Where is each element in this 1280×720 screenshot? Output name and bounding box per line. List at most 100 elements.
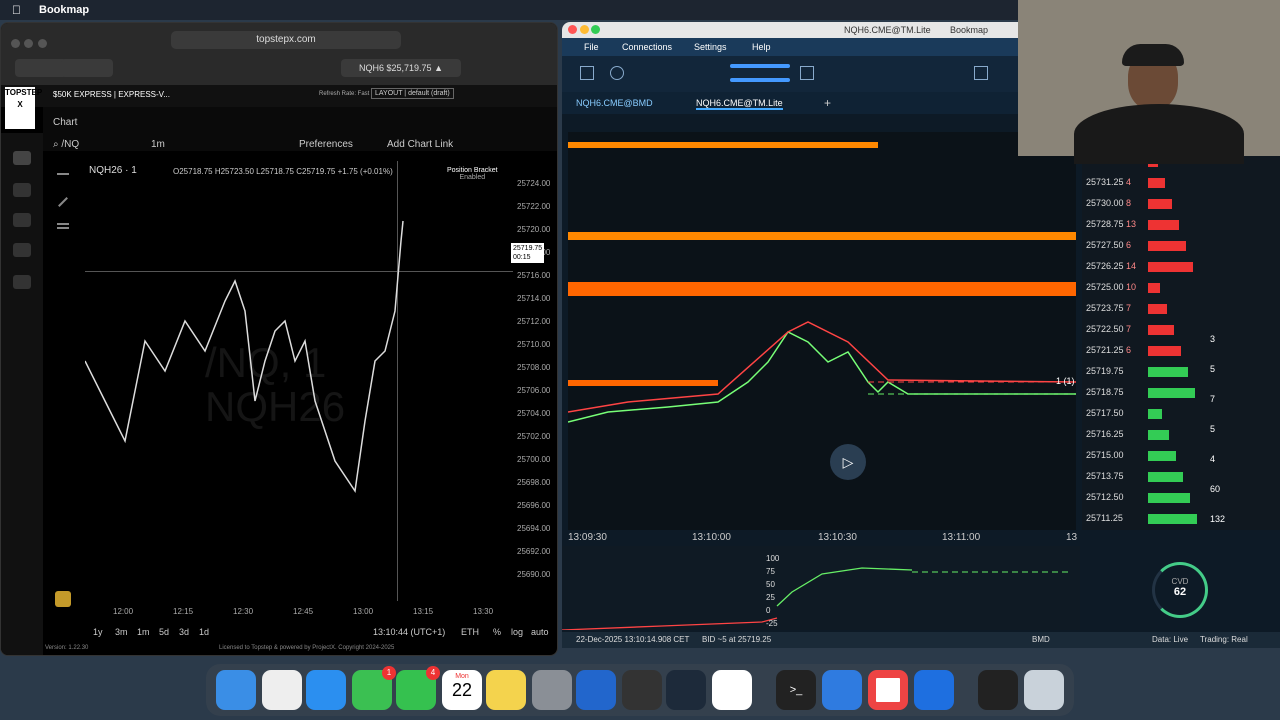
level-volume-bar (1148, 451, 1176, 461)
ladder-level[interactable]: 25723.75 7 (1086, 303, 1167, 314)
ladder-level[interactable]: 25726.25 14 (1086, 261, 1193, 272)
tab-1[interactable] (15, 59, 67, 77)
ladder-level[interactable]: 25721.25 6 (1086, 345, 1181, 356)
people-nav-icon[interactable] (13, 183, 31, 197)
range-3d[interactable]: 3d (179, 627, 189, 637)
log-toggle[interactable]: log (511, 627, 523, 637)
tools-nav-icon[interactable] (13, 213, 31, 227)
settings-nav-icon[interactable] (13, 243, 31, 257)
ladder-level[interactable]: 25712.50 (1086, 492, 1190, 503)
tab-active[interactable]: NQH6 $25,719.75 ▲ (341, 59, 461, 77)
menu-help[interactable]: Help (752, 42, 771, 52)
range-3m[interactable]: 3m (115, 627, 128, 637)
xcode-icon[interactable] (822, 670, 862, 710)
favorite-star-icon[interactable] (55, 591, 71, 607)
account-selector[interactable]: $50K EXPRESS | EXPRESS-V... (53, 90, 170, 99)
replay-play-button[interactable]: ▷ (830, 444, 866, 480)
ladder-level[interactable]: 25727.50 6 (1086, 240, 1186, 251)
app-icon[interactable] (576, 670, 616, 710)
quicktime-icon[interactable] (914, 670, 954, 710)
tv-nav-icon[interactable] (13, 275, 31, 289)
traffic-lights[interactable] (568, 25, 601, 36)
zoom-slider[interactable] (730, 78, 790, 82)
lock-icon[interactable] (974, 66, 988, 80)
ladder-level[interactable]: 25728.75 13 (1086, 219, 1179, 230)
trendline-icon[interactable] (58, 197, 68, 207)
ladder-level[interactable]: 25717.50 (1086, 408, 1162, 419)
pencil-icon[interactable] (800, 66, 814, 80)
tab-bmd[interactable]: NQH6.CME@BMD (576, 98, 653, 108)
chrome-icon[interactable] (868, 670, 908, 710)
ladder-level[interactable]: 25725.00 10 (1086, 282, 1160, 293)
chart-nav-icon[interactable] (13, 151, 31, 165)
ladder-level[interactable]: 25730.00 8 (1086, 198, 1172, 209)
ladder-level[interactable]: 25722.50 7 (1086, 324, 1174, 335)
notes-icon[interactable] (486, 670, 526, 710)
level-size: 6 (1123, 345, 1132, 355)
messages-icon[interactable]: 1 (352, 666, 396, 710)
facetime-icon[interactable]: 4 (396, 666, 440, 710)
settings-icon[interactable] (532, 670, 572, 710)
cube-app-icon[interactable] (622, 670, 662, 710)
ladder-level[interactable]: 25715.00 (1086, 450, 1176, 461)
range-1m[interactable]: 1m (137, 627, 150, 637)
ladder-level[interactable]: 25713.75 (1086, 471, 1183, 482)
contrast-slider[interactable] (730, 64, 790, 68)
safari-icon[interactable] (306, 670, 346, 710)
add-tab-button[interactable]: + (824, 96, 831, 110)
cvd-gauge: CVD 62 (1152, 562, 1208, 618)
right-volume-label: 7 (1210, 394, 1216, 404)
tab-tm-lite[interactable]: NQH6.CME@TM.Lite (696, 98, 783, 110)
menu-connections[interactable]: Connections (622, 42, 672, 52)
percent-toggle[interactable]: % (493, 627, 501, 637)
chart-clock[interactable]: 13:10:44 (UTC+1) (373, 627, 445, 637)
price-chart[interactable]: NQH26 · 1 O25718.75 H25723.50 L25718.75 … (85, 161, 513, 601)
chart-toolbar: Chart ⌕ /NQ 1m Preferences Add Chart Lin… (43, 107, 557, 151)
range-5d[interactable]: 5d (159, 627, 169, 637)
symbol-search[interactable]: ⌕ /NQ (53, 139, 93, 150)
ladder-level[interactable]: 25718.75 (1086, 387, 1195, 398)
auto-toggle[interactable]: auto (531, 627, 549, 637)
level-volume-bar (1148, 430, 1169, 440)
cvd-gauge-label: CVD (1171, 577, 1189, 586)
crosshair-icon[interactable] (57, 173, 69, 175)
finder-icon[interactable] (216, 670, 256, 710)
heatmap[interactable]: 1 (1) ▷ (568, 132, 1076, 530)
interval-selector[interactable]: 1m (151, 139, 165, 150)
screen-recorder-icon[interactable] (978, 670, 1018, 710)
tab-2[interactable] (61, 59, 113, 77)
terminal-icon[interactable]: >_ (776, 670, 816, 710)
ladder-level[interactable]: 25716.25 (1086, 429, 1169, 440)
share-icon[interactable] (610, 66, 624, 80)
add-chart-link-button[interactable]: Add Chart Link (387, 139, 453, 150)
ladder-level[interactable]: 25711.25 (1086, 513, 1197, 524)
traffic-lights[interactable] (11, 35, 47, 53)
screenshot-icon[interactable] (580, 66, 594, 80)
active-app-name[interactable]: Bookmap (39, 4, 89, 16)
price-axis-tick: 25712.00 (517, 317, 551, 326)
status-date: 22-Dec-2025 13:10:14.908 CET (576, 635, 690, 644)
obs-icon[interactable] (666, 670, 706, 710)
menu-file[interactable]: File (584, 42, 599, 52)
order-marker[interactable]: 1 (1) (1056, 376, 1075, 386)
trash-icon[interactable] (1024, 670, 1064, 710)
ladder-level[interactable]: 25731.25 4 (1086, 177, 1165, 188)
level-volume-bar (1148, 325, 1174, 335)
apple-icon[interactable]:  (12, 3, 21, 17)
menu-settings[interactable]: Settings (694, 42, 727, 52)
url-bar[interactable]: topstepx.com (171, 31, 401, 49)
range-1d[interactable]: 1d (199, 627, 209, 637)
level-price: 25728.75 (1086, 219, 1124, 229)
hline-icon[interactable] (57, 223, 69, 229)
photos-icon[interactable] (712, 670, 752, 710)
range-1y[interactable]: 1y (93, 627, 103, 637)
session-toggle[interactable]: ETH (461, 627, 479, 637)
preferences-button[interactable]: Preferences (299, 139, 353, 150)
launchpad-icon[interactable] (262, 670, 302, 710)
ladder-level[interactable]: 25719.75 (1086, 366, 1188, 377)
layout-selector[interactable]: LAYOUT | default (draft) (371, 88, 454, 99)
price-axis-tick: 25714.00 (517, 294, 551, 303)
bookmap-app: Bookmap (950, 25, 989, 35)
last-price-tag: 25719.75 00:15 (511, 243, 545, 263)
calendar-icon[interactable]: Mon 22 (442, 670, 482, 710)
